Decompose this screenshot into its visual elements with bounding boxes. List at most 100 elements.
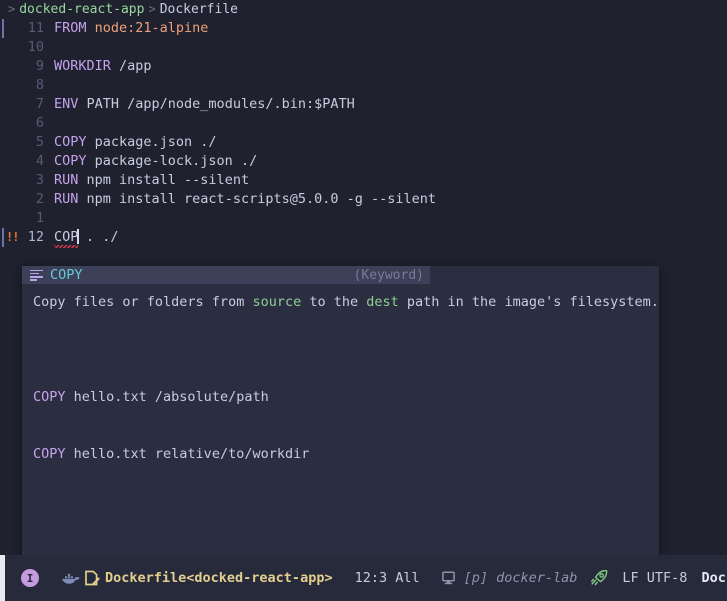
autocomplete-item-label: COPY xyxy=(50,266,83,285)
autocomplete-popup[interactable]: COPY (Keyword) Copy files or folders fro… xyxy=(22,266,659,555)
code-arguments: PATH /app/node_modules/.bin:$PATH xyxy=(78,96,354,112)
line-number: 2 xyxy=(14,190,44,209)
doc-description-post: path in the image's filesystem. xyxy=(399,294,659,310)
line-number: 7 xyxy=(14,95,44,114)
line-text: WORKDIR /app xyxy=(44,57,152,76)
gutter-slot xyxy=(0,114,14,133)
code-line[interactable]: 6 xyxy=(0,114,727,133)
line-number-current: 12 xyxy=(14,228,44,247)
status-cursor-position[interactable]: 12:3 All xyxy=(355,569,420,588)
file-edit-icon[interactable] xyxy=(84,570,101,586)
line-text: COPY package-lock.json ./ xyxy=(44,152,257,171)
code-keyword: COPY xyxy=(54,153,87,169)
status-left-edge-bar xyxy=(0,555,5,601)
code-keyword: ENV xyxy=(54,96,78,112)
autocomplete-item-kind: (Keyword) xyxy=(354,266,424,285)
code-line[interactable]: 10 xyxy=(0,38,727,57)
doc-arg-source: source xyxy=(252,294,301,310)
gutter-error-marker[interactable]: !! xyxy=(0,228,14,247)
line-number: 8 xyxy=(14,76,44,95)
doc-example-2-keyword: COPY xyxy=(33,446,66,462)
breadcrumb: > docked-react-app > Dockerfile xyxy=(0,0,727,19)
line-number: 3 xyxy=(14,171,44,190)
line-text: FROM node:21-alpine xyxy=(44,19,208,38)
doc-description-pre: Copy files or folders from xyxy=(33,294,252,310)
code-keyword: WORKDIR xyxy=(54,58,111,74)
code-keyword: RUN xyxy=(54,191,78,207)
editor-mode-badge[interactable]: I xyxy=(21,569,39,587)
gutter-accent-bar xyxy=(2,19,4,38)
doc-arg-dest: dest xyxy=(366,294,399,310)
code-arguments: npm install --silent xyxy=(78,172,249,188)
code-line[interactable]: 4COPY package-lock.json ./ xyxy=(0,152,727,171)
doc-spacer-2 xyxy=(33,502,649,521)
code-line[interactable]: 2RUN npm install react-scripts@5.0.0 -g … xyxy=(0,190,727,209)
doc-example-2-args: hello.txt relative/to/workdir xyxy=(66,446,310,462)
error-badge[interactable]: !! xyxy=(6,231,18,244)
code-line[interactable]: 8 xyxy=(0,76,727,95)
status-filetype[interactable]: Dockerfil xyxy=(701,569,727,588)
doc-example-1-args: hello.txt /absolute/path xyxy=(66,389,269,405)
gutter-slot xyxy=(0,38,14,57)
status-project[interactable]: [p] docker-lab xyxy=(464,569,578,588)
autocomplete-documentation: Copy files or folders from source to the… xyxy=(22,284,659,555)
code-line[interactable]: 11FROM node:21-alpine xyxy=(0,19,727,38)
line-number: 11 xyxy=(14,19,44,38)
line-text: COPY package.json ./ xyxy=(44,133,217,152)
rocket-icon[interactable] xyxy=(591,570,608,586)
line-number: 10 xyxy=(14,38,44,57)
caret-gutter-bar xyxy=(2,228,4,247)
line-number: 4 xyxy=(14,152,44,171)
gutter-slot xyxy=(0,19,14,38)
current-line-text[interactable]: COP . ./ xyxy=(44,228,119,247)
doc-example-2: COPY hello.txt relative/to/workdir xyxy=(33,445,649,464)
code-line[interactable]: 5COPY package.json ./ xyxy=(0,133,727,152)
code-arguments: package.json ./ xyxy=(87,134,217,150)
gutter-slot xyxy=(0,133,14,152)
gutter-slot xyxy=(0,57,14,76)
doc-example-1-keyword: COPY xyxy=(33,389,66,405)
breadcrumb-separator: > xyxy=(148,0,155,19)
doc-description-mid: to the xyxy=(301,294,366,310)
line-number: 9 xyxy=(14,57,44,76)
code-arguments: /app xyxy=(111,58,152,74)
code-arguments: package-lock.json ./ xyxy=(87,153,258,169)
code-line[interactable]: 9WORKDIR /app xyxy=(0,57,727,76)
keyword-list-icon xyxy=(30,270,43,281)
doc-example-1: COPY hello.txt /absolute/path xyxy=(33,388,649,407)
status-encoding[interactable]: LF UTF-8 xyxy=(622,569,687,588)
code-keyword: FROM xyxy=(54,20,87,36)
gutter-slot xyxy=(0,190,14,209)
code-editor[interactable]: 11FROM node:21-alpine109WORKDIR /app87EN… xyxy=(0,19,727,555)
breadcrumb-file[interactable]: Dockerfile xyxy=(160,0,238,19)
terminal-icon[interactable] xyxy=(442,571,456,585)
line-text: ENV PATH /app/node_modules/.bin:$PATH xyxy=(44,95,355,114)
current-line-remainder: . ./ xyxy=(78,229,119,245)
line-number: 1 xyxy=(14,209,44,228)
gutter-slot xyxy=(0,209,14,228)
gutter-slot xyxy=(0,152,14,171)
gutter-slot xyxy=(0,76,14,95)
breadcrumb-project[interactable]: docked-react-app xyxy=(19,0,144,19)
code-line[interactable]: 7ENV PATH /app/node_modules/.bin:$PATH xyxy=(0,95,727,114)
doc-spacer-1 xyxy=(33,331,649,350)
gutter-slot xyxy=(0,95,14,114)
line-number: 5 xyxy=(14,133,44,152)
gutter-slot xyxy=(0,171,14,190)
current-code-line[interactable]: !! 12 COP . ./ xyxy=(0,228,727,247)
status-filename[interactable]: Dockerfile<docked-react-app> xyxy=(105,569,333,588)
line-text: RUN npm install --silent xyxy=(44,171,249,190)
code-line[interactable]: 3RUN npm install --silent xyxy=(0,171,727,190)
breadcrumb-leading-separator: > xyxy=(8,0,15,19)
code-arguments: npm install react-scripts@5.0.0 -g --sil… xyxy=(78,191,436,207)
code-lines-container: 11FROM node:21-alpine109WORKDIR /app87EN… xyxy=(0,19,727,228)
line-text: RUN npm install react-scripts@5.0.0 -g -… xyxy=(44,190,436,209)
typed-token: COP xyxy=(54,229,78,245)
docker-whale-icon[interactable] xyxy=(61,572,81,585)
code-keyword: COPY xyxy=(54,134,87,150)
code-line[interactable]: 1 xyxy=(0,209,727,228)
autocomplete-item-copy[interactable]: COPY (Keyword) xyxy=(22,266,430,284)
code-keyword: RUN xyxy=(54,172,78,188)
status-bar: I Dockerfile<docked-react-app> 12:3 All … xyxy=(0,555,727,601)
line-number: 6 xyxy=(14,114,44,133)
